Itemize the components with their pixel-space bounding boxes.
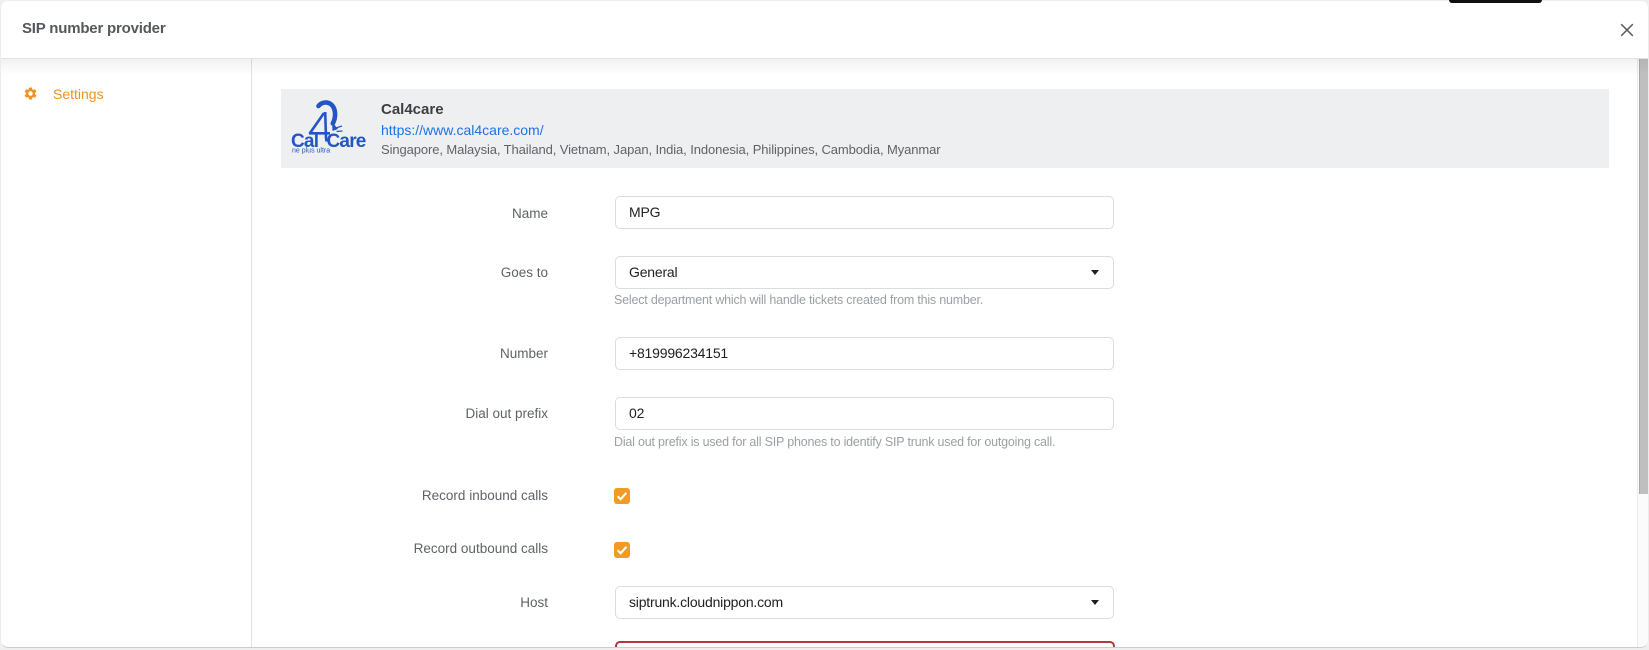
svg-text:ne plus ultra: ne plus ultra (292, 148, 330, 155)
svg-text:Care: Care (327, 131, 366, 152)
